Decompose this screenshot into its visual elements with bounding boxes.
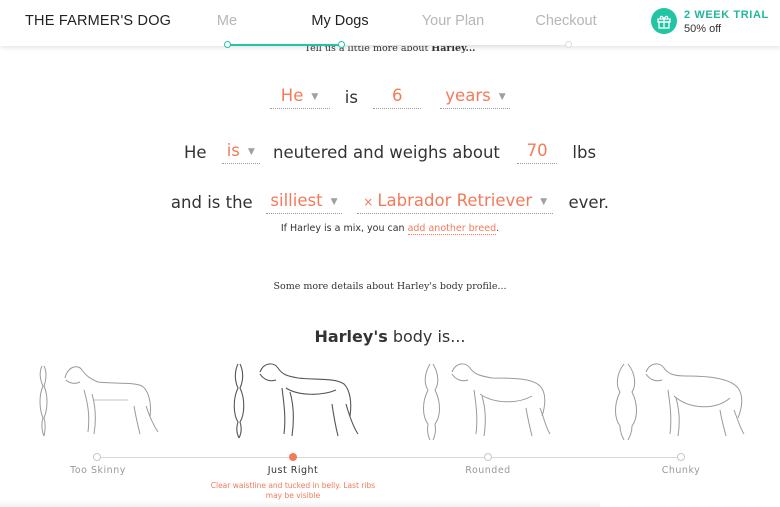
neutered-select[interactable]: is ▼ — [221, 141, 260, 164]
body-option-rounded-dot[interactable] — [484, 453, 492, 461]
body-option-chunky-label[interactable]: Chunky — [662, 465, 700, 476]
neutered-weight-sentence: He is ▼ neutered and weighs about 70 lbs — [183, 141, 597, 164]
progress-dot-me — [224, 41, 231, 48]
dog-chunky-icon[interactable] — [612, 360, 752, 442]
chevron-down-icon: ▼ — [498, 91, 506, 102]
age-sentence: He ▼ is 6 years ▼ — [0, 86, 780, 109]
chevron-down-icon: ▼ — [540, 196, 548, 207]
age-unit-select[interactable]: years ▼ — [440, 86, 511, 109]
trial-offer-badge[interactable]: 2 WEEK TRIAL 50% off — [651, 8, 776, 38]
chevron-down-icon: ▼ — [330, 196, 338, 207]
body-profile-intro: Some more details about Harley's body pr… — [273, 281, 507, 292]
progress-dot-checkout — [565, 41, 572, 48]
breed-select[interactable]: × Labrador Retriever ▼ — [357, 191, 554, 214]
dog-just-right-icon[interactable] — [226, 360, 366, 442]
remove-breed-icon[interactable]: × — [363, 195, 373, 209]
chevron-down-icon: ▼ — [247, 146, 255, 157]
personality-breed-sentence: and is the silliest ▼ × Labrador Retriever… — [170, 191, 610, 214]
body-option-too-skinny-dot[interactable] — [93, 453, 101, 461]
body-option-just-right-label[interactable]: Just Right — [268, 465, 319, 476]
body-profile-title: Harley's body is... — [314, 327, 466, 346]
age-input[interactable]: 6 — [373, 86, 422, 109]
body-option-just-right-dot[interactable] — [289, 453, 297, 461]
step-checkout[interactable]: Checkout — [535, 13, 596, 29]
body-option-too-skinny-label[interactable]: Too Skinny — [70, 465, 126, 476]
pronoun-select[interactable]: He ▼ — [269, 86, 330, 109]
trial-title: 2 WEEK TRIAL — [684, 9, 769, 21]
body-option-rounded-label[interactable]: Rounded — [465, 465, 510, 476]
chevron-down-icon: ▼ — [311, 91, 319, 102]
step-my-dogs[interactable]: My Dogs — [311, 13, 368, 29]
progress-dot-my-dogs — [338, 41, 345, 48]
step-your-plan[interactable]: Your Plan — [422, 13, 484, 29]
step-progress-fill — [228, 44, 342, 46]
dog-too-skinny-icon[interactable] — [30, 360, 165, 440]
brand-logo[interactable]: THE FARMER'S DOG — [25, 13, 171, 29]
adjective-select[interactable]: silliest ▼ — [265, 191, 342, 214]
dog-rounded-icon[interactable] — [418, 360, 558, 442]
trial-discount: 50% off — [684, 23, 722, 35]
selected-body-description: Clear waistline and tucked in belly. Las… — [210, 481, 376, 500]
mix-breed-note: If Harley is a mix, you can add another … — [280, 223, 500, 235]
weight-input[interactable]: 70 — [517, 141, 558, 164]
body-condition-slider-track[interactable] — [97, 457, 681, 458]
body-option-chunky-dot[interactable] — [677, 453, 685, 461]
top-navigation-bar: THE FARMER'S DOG Me My Dogs Your Plan Ch… — [0, 0, 780, 46]
step-me[interactable]: Me — [217, 13, 237, 29]
gift-icon — [651, 8, 677, 34]
footer-shadow — [0, 500, 600, 507]
add-another-breed-link[interactable]: add another breed — [407, 223, 497, 235]
